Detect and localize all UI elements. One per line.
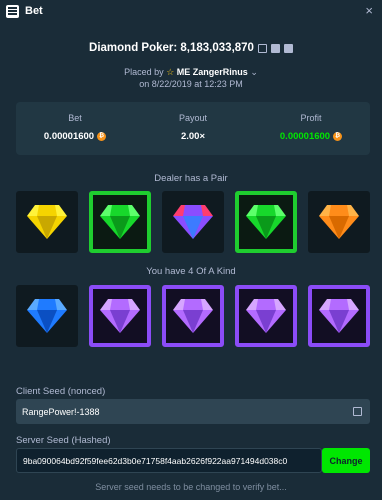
bitcoin-icon: ₿ [97, 132, 107, 141]
username-link[interactable]: ME ZangerRinus [177, 67, 248, 77]
bet-value-row: 0.00001600 ₿ [16, 131, 134, 142]
server-seed-value: 9ba090064bd92f59fee62d3b0e71758f4aab2626… [23, 455, 288, 466]
player-hand-label: You have 4 Of A Kind [146, 266, 236, 277]
gem-card [89, 191, 151, 253]
bet-value: 0.00001600 [43, 131, 95, 142]
blue-diamond-icon [27, 299, 67, 333]
gem-card [89, 285, 151, 347]
dealer-cards [16, 191, 370, 253]
gem-card [308, 191, 370, 253]
verify-note: Server seed needs to be changed to verif… [95, 482, 287, 492]
gem-card [235, 191, 297, 253]
profit-stat: Profit 0.00001600 ₿ [252, 102, 370, 155]
dealer-hand-label: Dealer has a Pair [154, 173, 228, 184]
modal-header: Bet × [0, 0, 382, 22]
server-seed-label: Server Seed (Hashed) [16, 435, 111, 446]
modal-title: Bet [25, 5, 43, 17]
client-seed-label: Client Seed (nonced) [16, 386, 106, 397]
player-cards [16, 285, 370, 347]
game-title: Diamond Poker: 8,183,033,870 [89, 42, 254, 54]
gem-card [235, 285, 297, 347]
purple-diamond-icon [173, 299, 213, 333]
green-diamond-icon [100, 205, 140, 239]
bet-label: Bet [68, 113, 82, 123]
purple-diamond-icon [246, 299, 286, 333]
copy-icon[interactable] [353, 407, 362, 416]
placed-by: Placed by ☆ ME ZangerRinus ⌄ [0, 67, 382, 78]
bet-stat: Bet 0.00001600 ₿ [16, 102, 134, 155]
game-title-row: Diamond Poker: 8,183,033,870 [0, 42, 382, 54]
placed-by-prefix: Placed by [124, 67, 164, 77]
payout-stat: Payout 2.00× [134, 102, 252, 155]
profit-value-row: 0.00001600 ₿ [252, 131, 370, 142]
bet-stats-panel: Bet 0.00001600 ₿ Payout 2.00× Profit 0.0… [16, 102, 370, 155]
client-seed-value: RangePower!-1388 [22, 406, 100, 417]
bitcoin-icon: ₿ [333, 132, 343, 141]
gem-card [16, 285, 78, 347]
bet-icon [6, 4, 19, 18]
payout-label: Payout [178, 113, 208, 123]
orange-diamond-icon [319, 205, 359, 239]
twitter-icon[interactable] [283, 43, 293, 53]
gem-card [162, 191, 224, 253]
yellow-diamond-icon [27, 205, 67, 239]
profit-label: Profit [300, 113, 322, 123]
bet-date: on 8/22/2019 at 12:23 PM [139, 79, 243, 89]
chevron-down-icon[interactable]: ⌄ [250, 67, 258, 77]
purple-diamond-icon [100, 299, 140, 333]
copy-icon[interactable] [257, 43, 267, 53]
star-icon: ☆ [166, 67, 175, 77]
client-seed-field[interactable]: RangePower!-1388 [16, 399, 370, 424]
server-seed-field[interactable]: 9ba090064bd92f59fee62d3b0e71758f4aab2626… [16, 448, 322, 473]
payout-value: 2.00× [180, 131, 206, 142]
profit-value: 0.00001600 [279, 131, 331, 142]
green-diamond-icon [246, 205, 286, 239]
change-seed-button[interactable]: Change [322, 448, 370, 473]
gem-card [308, 285, 370, 347]
purple-diamond-icon [319, 299, 359, 333]
rainbow-diamond-icon [173, 205, 213, 239]
gem-card [16, 191, 78, 253]
close-icon[interactable]: × [365, 4, 373, 17]
gem-card [162, 285, 224, 347]
facebook-icon[interactable] [270, 43, 280, 53]
